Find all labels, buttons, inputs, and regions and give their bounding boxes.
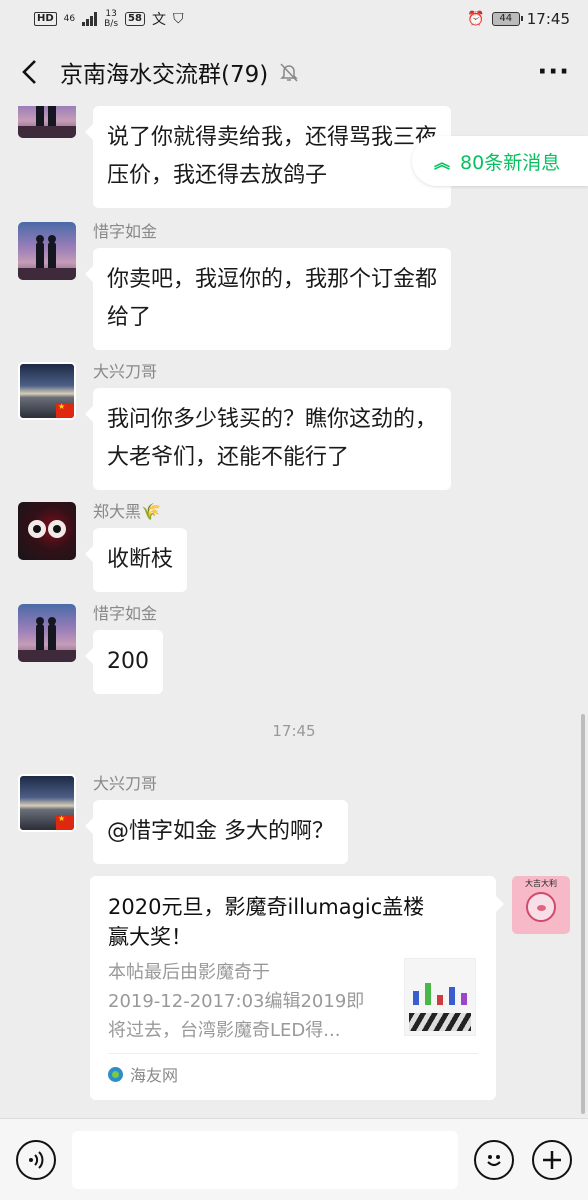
- chat-header: 京南海水交流群(79) ···: [0, 38, 588, 106]
- chat-title: 京南海水交流群(79): [60, 62, 269, 88]
- china-flag-icon: [56, 814, 74, 830]
- message-bubble[interactable]: @惜字如金 多大的啊？: [85, 800, 348, 864]
- sender-name: 大兴刀哥: [93, 774, 158, 793]
- plus-icon[interactable]: [532, 1139, 572, 1180]
- link-card[interactable]: 2020元旦，影魔奇illumagic盖楼 赢大奖！ 本帖最后由影魔奇于 2019-…: [90, 876, 504, 1100]
- status-bar: HD 46 13 B/s 58 文 ⛉ ⏰ 44 17:45: [0, 0, 588, 38]
- china-flag-icon: [56, 402, 74, 418]
- new-messages-pill[interactable]: ︽ 80条新消息: [412, 136, 588, 186]
- message-bubble[interactable]: 我问你多少钱买的？瞧你这劲的， 大老爷们，还能不能行了: [84, 388, 452, 490]
- network-type: 46: [63, 14, 76, 24]
- emoji-icon[interactable]: [474, 1139, 514, 1180]
- bell-muted-icon: [278, 61, 300, 83]
- new-messages-label: 80条新消息: [460, 151, 561, 174]
- avatar[interactable]: [18, 502, 76, 560]
- scrollbar[interactable]: [581, 714, 585, 1114]
- more-icon[interactable]: ···: [537, 59, 570, 85]
- message-item: 大兴刀哥 我问你多少钱买的？瞧你这劲的，大老爷们，还能不能行了: [18, 362, 452, 490]
- my-avatar[interactable]: 大吉大利: [512, 876, 570, 934]
- message-input[interactable]: [72, 1130, 458, 1189]
- message-item: 大兴刀哥 @惜字如金 多大的啊？: [18, 774, 348, 864]
- signal-icon: [82, 12, 98, 26]
- sender-name: 惜字如金: [93, 604, 158, 623]
- sender-name: 郑大黑🌾: [93, 502, 161, 521]
- avatar[interactable]: [18, 106, 76, 138]
- message-list[interactable]: 说了你就得卖给我，还得骂我三夜 压价，我还得去放鸽子 惜字如金 你卖吧，我逗你的，…: [0, 106, 588, 1118]
- message-item: 惜字如金 你卖吧，我逗你的，我那个订金都 给了: [18, 222, 452, 350]
- time-divider: 17:45: [272, 722, 316, 740]
- net-speed: 13 B/s: [104, 9, 119, 29]
- link-card-thumbnail: [404, 958, 476, 1036]
- haiyou-logo-icon: [108, 1066, 123, 1082]
- link-card-source: 海友网: [108, 1053, 478, 1086]
- message-bubble[interactable]: 200: [85, 630, 163, 694]
- message-bubble[interactable]: 你卖吧，我逗你的，我那个订金都 给了: [84, 248, 452, 350]
- message-item: 惜字如金 200: [18, 604, 163, 694]
- message-bubble[interactable]: 说了你就得卖给我，还得骂我三夜 压价，我还得去放鸽子: [84, 106, 452, 208]
- link-card-title: 2020元旦，影魔奇illumagic盖楼 赢大奖！: [108, 895, 425, 949]
- avatar[interactable]: [18, 604, 76, 662]
- sender-name: 大兴刀哥: [93, 362, 158, 381]
- source-name: 海友网: [130, 1066, 179, 1085]
- back-arrow-icon[interactable]: [18, 60, 42, 84]
- message-bubble[interactable]: 收断枝: [84, 528, 188, 592]
- hd-icon: HD: [34, 12, 57, 26]
- message-item: 郑大黑🌾 收断枝: [18, 502, 188, 592]
- double-up-arrow-icon: ︽: [434, 153, 451, 172]
- clock: 17:45: [526, 10, 570, 28]
- avatar[interactable]: [18, 362, 76, 420]
- pig-sticker-icon: [526, 892, 556, 922]
- message-item: 说了你就得卖给我，还得骂我三夜 压价，我还得去放鸽子: [18, 106, 452, 208]
- avatar[interactable]: [18, 774, 76, 832]
- app-badge-icon: 58: [125, 12, 145, 26]
- sender-name: 惜字如金: [93, 222, 158, 241]
- avatar-caption: 大吉大利: [525, 879, 557, 888]
- input-bar: [0, 1118, 588, 1200]
- battery-icon: 44: [491, 12, 523, 26]
- shield-icon: ⛉: [172, 11, 184, 27]
- alarm-icon: ⏰: [467, 11, 485, 27]
- link-card-description: 本帖最后由影魔奇于 2019-12-2017:03编辑2019即 将过去，台湾影魔奇…: [108, 962, 365, 1041]
- translate-icon: 文: [151, 12, 166, 28]
- avatar[interactable]: [18, 222, 76, 280]
- voice-input-icon[interactable]: [16, 1139, 56, 1180]
